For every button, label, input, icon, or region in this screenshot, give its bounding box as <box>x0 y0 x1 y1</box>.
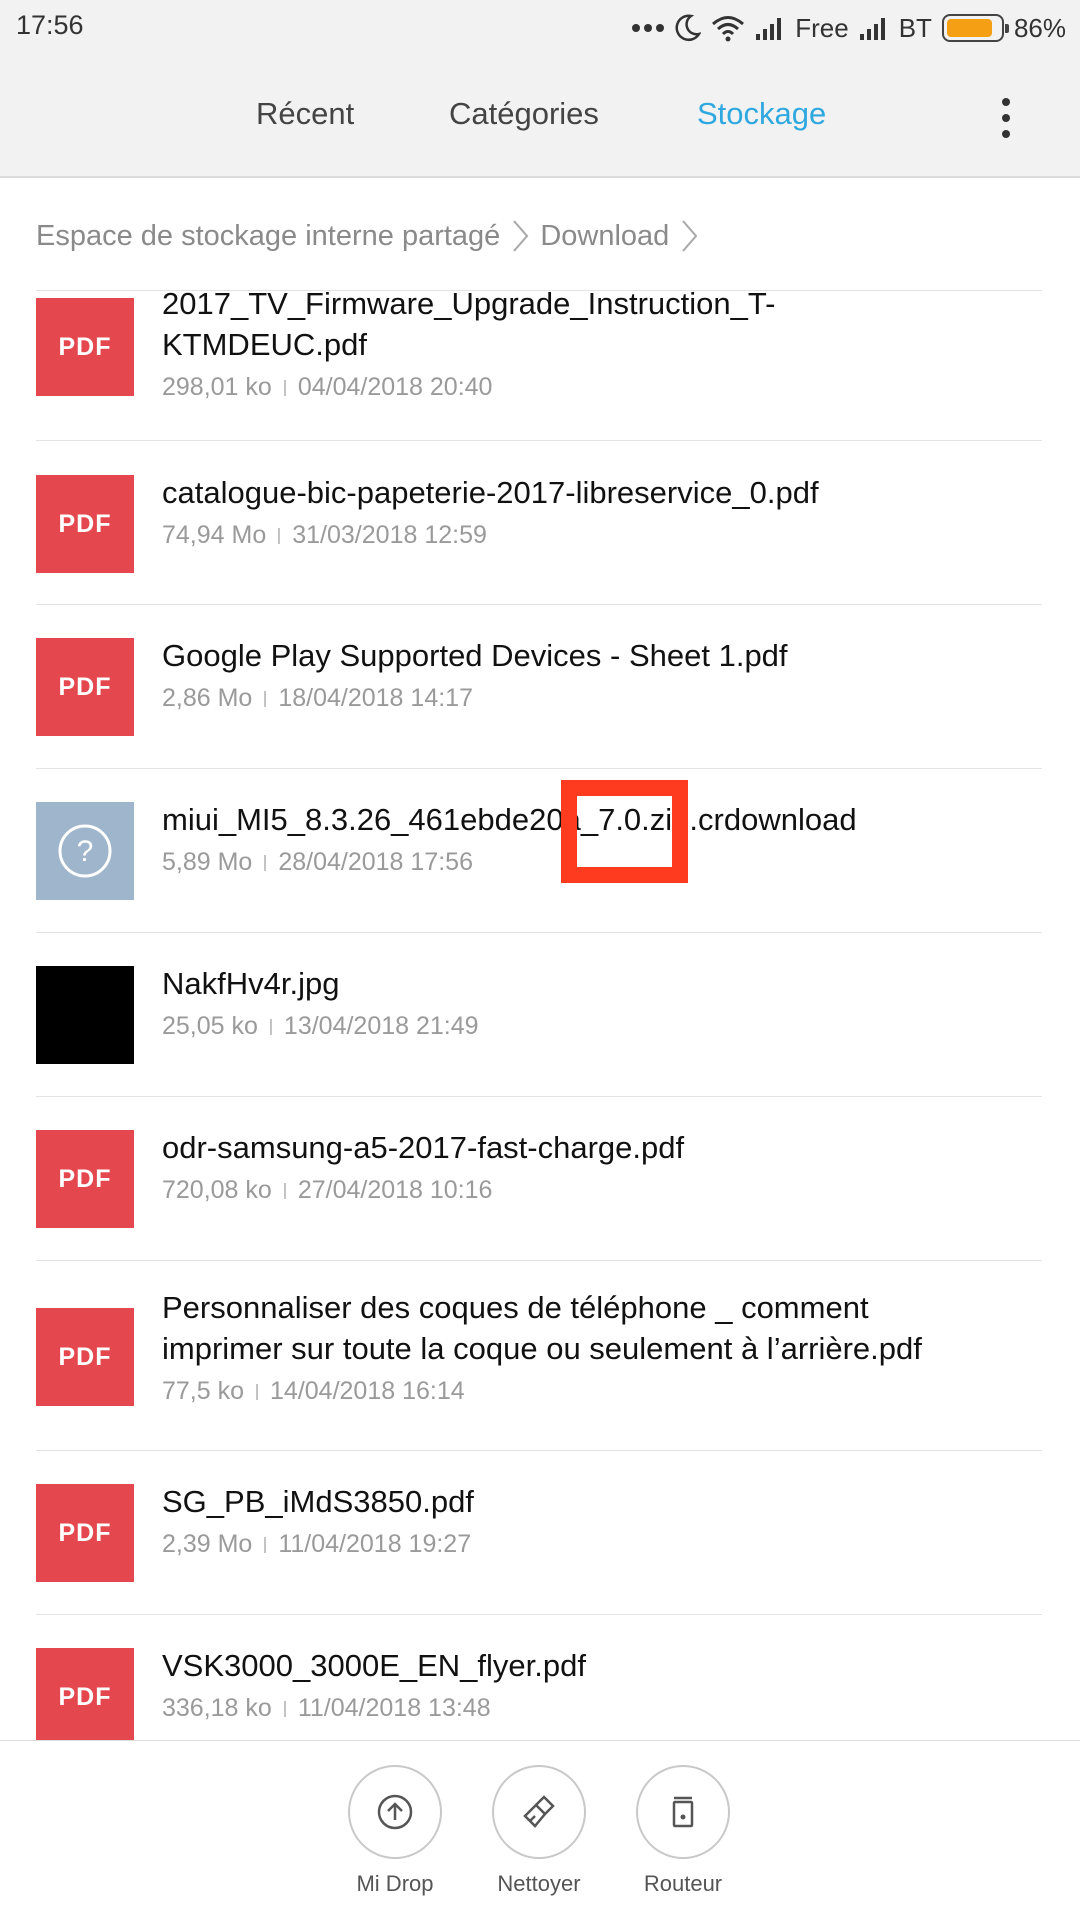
pdf-icon: PDF <box>36 298 134 396</box>
pdf-icon: PDF <box>36 1308 134 1406</box>
list-item[interactable]: PDF catalogue-bic-papeterie-2017-librese… <box>36 441 1042 605</box>
wifi-icon <box>712 16 745 42</box>
file-meta: 336,18 ko 11/04/2018 13:48 <box>162 1694 1042 1723</box>
moon-icon <box>675 14 702 41</box>
file-size: 2,39 Mo <box>162 1530 253 1558</box>
file-name: Personnaliser des coques de téléphone _ … <box>162 1290 922 1366</box>
more-dots-icon <box>632 24 665 32</box>
pdf-icon: PDF <box>36 1648 134 1740</box>
signal-icon <box>756 18 782 40</box>
list-item[interactable]: PDF 2017_TV_Firmware_Upgrade_Instruction… <box>36 291 1042 441</box>
file-size: 2,86 Mo <box>162 684 253 712</box>
file-meta: 77,5 ko 14/04/2018 16:14 <box>162 1377 1042 1406</box>
image-thumbnail <box>36 966 134 1064</box>
file-meta: 25,05 ko 13/04/2018 21:49 <box>162 1012 1042 1041</box>
file-meta: 2,86 Mo 18/04/2018 14:17 <box>162 684 1042 713</box>
status-bar: 17:56 Free BT 86% <box>0 0 1080 56</box>
file-meta: 298,01 ko 04/04/2018 20:40 <box>162 373 1042 402</box>
file-size: 298,01 ko <box>162 373 272 401</box>
file-name: odr-samsung-a5-2017-fast-charge.pdf <box>162 1130 685 1165</box>
breadcrumb: Espace de stockage interne partagé Downl… <box>36 214 709 258</box>
file-name: Google Play Supported Devices - Sheet 1.… <box>162 638 788 673</box>
battery-level <box>946 19 992 37</box>
chevron-right-icon <box>682 220 698 252</box>
mi-drop-icon <box>348 1765 442 1859</box>
overflow-menu-icon[interactable] <box>990 94 1022 142</box>
file-date: 31/03/2018 12:59 <box>292 521 487 549</box>
carrier-2: BT <box>898 12 932 43</box>
status-icons: Free BT 86% <box>631 8 1066 48</box>
list-item[interactable]: PDF Personnaliser des coques de téléphon… <box>36 1261 1042 1451</box>
carrier-1: Free <box>795 12 849 43</box>
svg-text:?: ? <box>77 835 94 868</box>
tab-categories[interactable]: Catégories <box>449 96 599 132</box>
mi-drop-button[interactable]: Mi Drop <box>325 1765 465 1897</box>
pdf-icon: PDF <box>36 475 134 573</box>
file-size: 720,08 ko <box>162 1176 272 1204</box>
file-date: 04/04/2018 20:40 <box>297 373 493 401</box>
highlight-box <box>561 780 688 883</box>
file-date: 28/04/2018 17:56 <box>278 848 473 876</box>
status-time: 17:56 <box>16 10 84 40</box>
pdf-icon: PDF <box>36 1484 134 1582</box>
file-size: 5,89 Mo <box>162 848 253 876</box>
signal-icon <box>859 18 885 40</box>
list-item[interactable]: ? miui_MI5_8.3.26_461ebde20a_7.0.zip.crd… <box>36 769 1042 933</box>
file-size: 336,18 ko <box>162 1694 272 1722</box>
breadcrumb-item-internal-storage[interactable]: Espace de stockage interne partagé <box>36 220 500 253</box>
broom-icon <box>492 1765 586 1859</box>
breadcrumb-item-download[interactable]: Download <box>540 220 669 253</box>
clean-label: Nettoyer <box>497 1871 581 1896</box>
battery-percent: 86% <box>1013 12 1066 43</box>
file-date: 18/04/2018 14:17 <box>278 684 473 712</box>
file-date: 11/04/2018 19:27 <box>278 1530 472 1558</box>
chevron-right-icon <box>513 220 529 252</box>
router-button[interactable]: Routeur <box>613 1765 753 1897</box>
file-list[interactable]: PDF 2017_TV_Firmware_Upgrade_Instruction… <box>0 291 1080 1740</box>
file-size: 77,5 ko <box>162 1377 245 1405</box>
tab-storage[interactable]: Stockage <box>697 96 826 132</box>
pdf-icon: PDF <box>36 638 134 736</box>
list-item[interactable]: PDF Google Play Supported Devices - Shee… <box>36 605 1042 769</box>
file-name: VSK3000_3000E_EN_flyer.pdf <box>162 1648 586 1683</box>
router-label: Routeur <box>643 1871 723 1896</box>
unknown-file-icon: ? <box>36 802 134 900</box>
file-date: 13/04/2018 21:49 <box>283 1012 479 1040</box>
router-icon <box>636 1765 730 1859</box>
bottom-action-bar: Mi Drop Nettoyer Routeur <box>0 1740 1080 1920</box>
file-date: 27/04/2018 10:16 <box>297 1176 493 1204</box>
tab-recent[interactable]: Récent <box>256 96 354 132</box>
file-name: NakfHv4r.jpg <box>162 966 340 1001</box>
list-item[interactable]: NakfHv4r.jpg 25,05 ko 13/04/2018 21:49 <box>36 933 1042 1097</box>
file-size: 74,94 Mo <box>162 521 267 549</box>
list-item[interactable]: PDF VSK3000_3000E_EN_flyer.pdf 336,18 ko… <box>36 1615 1042 1740</box>
list-item[interactable]: PDF SG_PB_iMdS3850.pdf 2,39 Mo 11/04/201… <box>36 1451 1042 1615</box>
question-mark-icon: ? <box>58 824 112 878</box>
file-name: 2017_TV_Firmware_Upgrade_Instruction_T- … <box>162 291 776 362</box>
pdf-icon: PDF <box>36 1130 134 1228</box>
file-date: 14/04/2018 16:14 <box>270 1377 465 1405</box>
file-meta: 74,94 Mo 31/03/2018 12:59 <box>162 521 1042 550</box>
header: Récent Catégories Stockage <box>0 56 1080 178</box>
file-size: 25,05 ko <box>162 1012 258 1040</box>
file-meta: 720,08 ko 27/04/2018 10:16 <box>162 1176 1042 1205</box>
file-name: SG_PB_iMdS3850.pdf <box>162 1484 474 1519</box>
mi-drop-label: Mi Drop <box>356 1871 434 1896</box>
file-date: 11/04/2018 13:48 <box>297 1694 491 1722</box>
file-meta: 2,39 Mo 11/04/2018 19:27 <box>162 1530 1042 1559</box>
list-item[interactable]: PDF odr-samsung-a5-2017-fast-charge.pdf … <box>36 1097 1042 1261</box>
clean-button[interactable]: Nettoyer <box>469 1765 609 1897</box>
file-name: catalogue-bic-papeterie-2017-libreservic… <box>162 475 819 510</box>
battery-icon <box>941 14 1009 42</box>
